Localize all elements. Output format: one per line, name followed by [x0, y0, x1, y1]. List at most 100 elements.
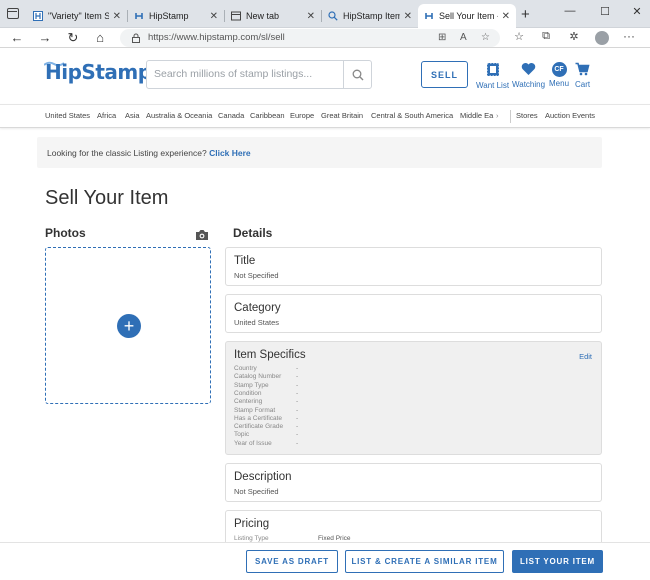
hipstamp-logo[interactable]: HipStamp — [45, 60, 152, 84]
category-card-label: Category — [234, 302, 281, 314]
description-card[interactable]: Description Not Specified — [225, 463, 602, 502]
camera-icon[interactable] — [195, 229, 209, 241]
stamp-icon — [486, 62, 500, 77]
spec-name: Stamp Type — [234, 381, 269, 389]
category-card-value: United States — [234, 318, 280, 327]
category-link[interactable]: Caribbean — [250, 111, 285, 120]
want-list-label: Want List — [476, 81, 510, 90]
action-bar: SAVE AS DRAFT LIST & CREATE A SIMILAR IT… — [0, 542, 650, 580]
browser-tab[interactable]: "Variety" Item Sp ✕ — [27, 4, 127, 28]
url-field[interactable]: https://www.hipstamp.com/sl/sell ⊞ A ☆ — [120, 29, 500, 47]
item-specifics-label: Item Specifics — [234, 349, 306, 361]
refresh-icon[interactable]: ↻ — [65, 30, 81, 46]
category-link[interactable]: Europe — [290, 111, 314, 120]
read-aloud-icon[interactable]: A — [460, 32, 467, 43]
spec-value: - — [296, 406, 299, 414]
spec-value: - — [296, 373, 299, 381]
spec-name: Stamp Format — [234, 406, 276, 414]
watching-link[interactable]: Watching — [512, 62, 545, 89]
add-photo-icon[interactable]: + — [117, 314, 141, 338]
spec-name: Has a Certificate — [234, 414, 283, 422]
photos-heading: Photos — [45, 226, 86, 240]
photo-upload-area[interactable]: + — [45, 247, 211, 404]
browser-tab-active[interactable]: Sell Your Item - H ✕ — [418, 4, 516, 28]
apps-icon[interactable]: ⊞ — [438, 32, 446, 43]
browser-tab[interactable]: HipStamp ✕ — [128, 4, 224, 28]
title-card-label: Title — [234, 255, 256, 267]
favorite-star-icon[interactable]: ☆ — [481, 32, 490, 43]
more-menu-icon[interactable]: ··· — [623, 29, 635, 43]
extensions-icon[interactable]: ✲ — [566, 30, 582, 43]
spec-name: Certificate Grade — [234, 423, 284, 431]
minimize-icon[interactable]: — — [561, 5, 579, 17]
search-input[interactable] — [154, 68, 344, 80]
tab-actions-icon[interactable] — [7, 8, 19, 19]
user-avatar: CF — [551, 62, 567, 77]
title-card[interactable]: Title Not Specified — [225, 247, 602, 286]
collections-icon[interactable]: ⧉ — [538, 30, 554, 43]
menu-link[interactable]: CF Menu — [549, 62, 569, 88]
close-window-icon[interactable]: ✕ — [628, 5, 646, 18]
category-link[interactable]: Africa — [97, 111, 116, 120]
cart-link[interactable]: Cart — [575, 62, 590, 89]
category-card[interactable]: Category United States — [225, 294, 602, 333]
search-button[interactable] — [343, 61, 371, 88]
tab-title: New tab — [246, 11, 280, 21]
list-your-item-button[interactable]: LIST YOUR ITEM — [512, 550, 603, 573]
category-link[interactable]: Middle Ea — [460, 111, 493, 120]
search-icon — [352, 69, 363, 80]
hipstamp-favicon-icon — [33, 11, 43, 21]
lock-icon — [132, 33, 140, 43]
maximize-icon[interactable]: ☐ — [596, 5, 614, 18]
tab-title: "Variety" Item Sp — [48, 11, 109, 21]
spec-value: - — [296, 381, 299, 389]
url-text: https://www.hipstamp.com/sl/sell — [148, 32, 285, 43]
spec-value: - — [296, 423, 299, 431]
click-here-link[interactable]: Click Here — [209, 148, 251, 158]
profile-avatar[interactable] — [595, 31, 609, 45]
scroll-right-icon[interactable]: › — [496, 111, 499, 120]
browser-tab[interactable]: New tab ✕ — [225, 4, 321, 28]
cart-label: Cart — [575, 80, 591, 89]
banner-text: Looking for the classic Listing experien… — [47, 148, 251, 158]
close-tab-icon[interactable]: ✕ — [404, 11, 412, 22]
forward-icon[interactable]: → — [37, 30, 53, 46]
close-tab-icon[interactable]: ✕ — [307, 11, 315, 22]
logo-hip: Hip — [45, 60, 82, 84]
save-as-draft-button[interactable]: SAVE AS DRAFT — [246, 550, 338, 573]
description-card-value: Not Specified — [234, 487, 279, 496]
close-tab-icon[interactable]: ✕ — [502, 11, 510, 22]
close-tab-icon[interactable]: ✕ — [210, 11, 218, 22]
close-tab-icon[interactable]: ✕ — [113, 11, 121, 22]
spec-name: Catalog Number — [234, 373, 282, 381]
search-favicon-icon — [328, 11, 338, 21]
hipstamp-favicon-icon — [424, 11, 434, 21]
heart-icon — [521, 63, 536, 75]
spec-name: Centering — [234, 398, 263, 406]
logo-stamp: Stamp — [81, 60, 152, 84]
browser-tab-bar: "Variety" Item Sp ✕ HipStamp ✕ New tab ✕… — [0, 0, 650, 28]
back-icon[interactable]: ← — [9, 30, 25, 46]
list-and-create-similar-button[interactable]: LIST & CREATE A SIMILAR ITEM — [345, 550, 504, 573]
want-list-link[interactable]: Want List — [476, 62, 509, 90]
browser-tab[interactable]: HipStamp Item S ✕ — [322, 4, 418, 28]
new-tab-favicon-icon — [231, 11, 241, 21]
category-link[interactable]: Australia & Oceania — [146, 111, 212, 120]
category-link[interactable]: United States — [45, 111, 90, 120]
item-specifics-card[interactable]: Item Specifics Edit Country - Catalog Num… — [225, 341, 602, 455]
category-link[interactable]: Asia — [125, 111, 140, 120]
auction-events-link[interactable]: Auction Events — [545, 111, 595, 120]
stores-link[interactable]: Stores — [516, 111, 538, 120]
sell-button[interactable]: SELL — [421, 61, 468, 88]
favorites-icon[interactable]: ☆ — [511, 30, 527, 43]
category-link[interactable]: Central & South America — [371, 111, 453, 120]
new-tab-icon[interactable]: + — [521, 6, 530, 23]
watching-label: Watching — [512, 80, 546, 89]
category-link[interactable]: Canada — [218, 111, 244, 120]
spec-name: Condition — [234, 389, 262, 397]
category-link[interactable]: Great Britain — [321, 111, 363, 120]
description-card-label: Description — [234, 471, 292, 483]
home-icon[interactable]: ⌂ — [92, 30, 108, 46]
menu-label: Menu — [549, 79, 570, 88]
edit-item-specifics-link[interactable]: Edit — [579, 352, 592, 361]
